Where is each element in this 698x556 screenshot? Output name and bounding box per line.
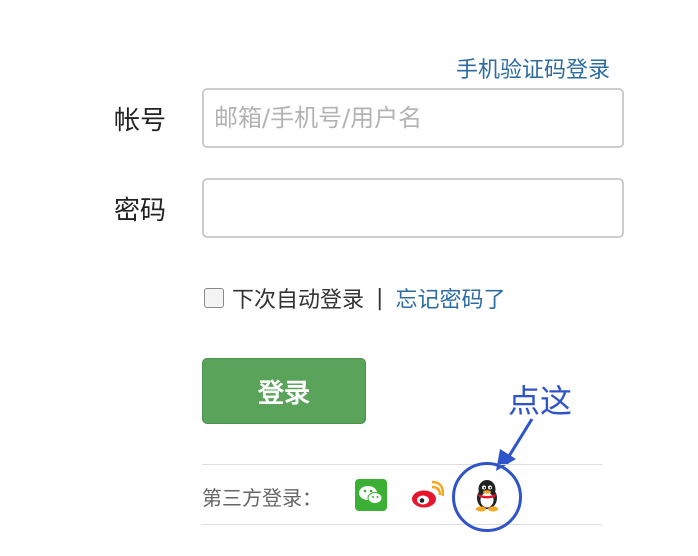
remember-checkbox[interactable] [204, 288, 224, 308]
divider-bottom [202, 524, 602, 525]
password-input[interactable] [202, 178, 624, 238]
forgot-password-link[interactable]: 忘记密码了 [395, 282, 505, 314]
weibo-icon[interactable] [410, 478, 444, 512]
divider-top [202, 464, 602, 465]
wechat-icon[interactable] [354, 478, 388, 512]
separator: | [376, 285, 384, 311]
login-button[interactable]: 登录 [202, 358, 366, 424]
account-input[interactable] [202, 88, 624, 148]
account-label: 帐号 [114, 106, 167, 136]
remember-label[interactable]: 下次自动登录 [232, 282, 364, 314]
password-label: 密码 [114, 196, 167, 226]
third-party-label: 第三方登录： [202, 486, 322, 510]
remember-row: 下次自动登录 | 忘记密码了 [204, 282, 505, 314]
qq-icon[interactable] [470, 478, 504, 512]
sms-login-link[interactable]: 手机验证码登录 [456, 52, 610, 84]
